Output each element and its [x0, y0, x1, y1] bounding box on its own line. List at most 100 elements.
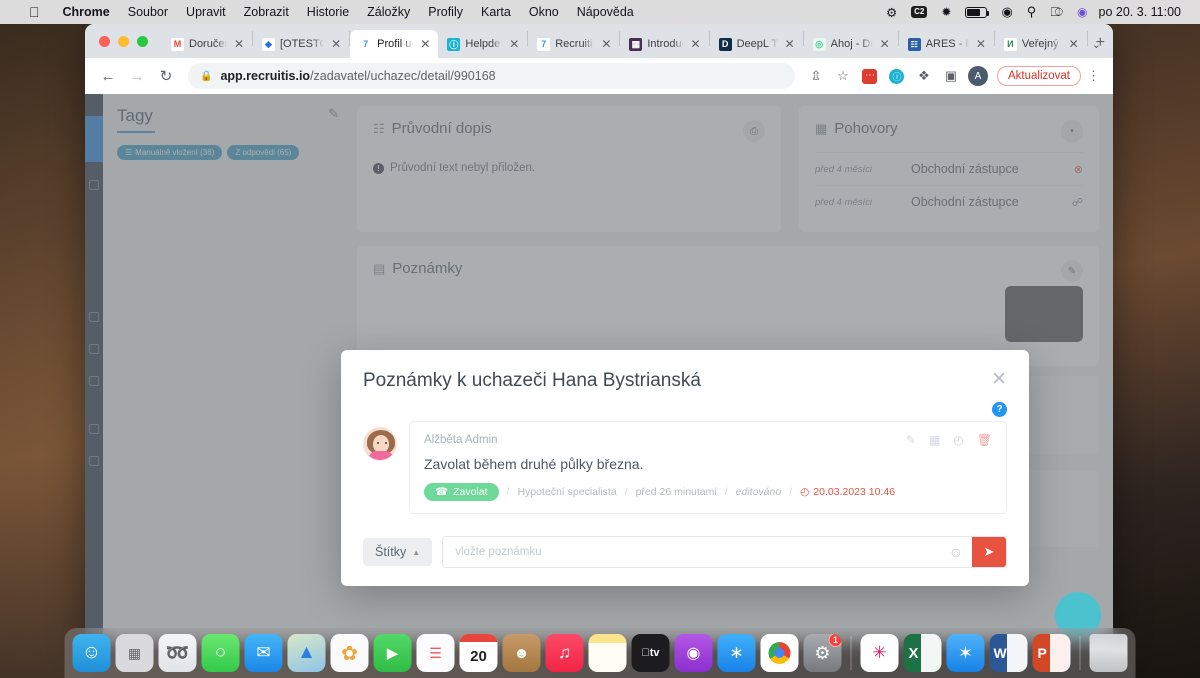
menu-item-napoveda[interactable]: Nápověda: [568, 5, 643, 19]
help-icon[interactable]: ?: [992, 402, 1007, 417]
dock-item-bluetooth[interactable]: ✶: [946, 634, 985, 672]
calendar-note-icon[interactable]: ▦: [929, 433, 940, 447]
control-center-icon[interactable]: ⎄: [1043, 5, 1070, 20]
close-icon[interactable]: ✕: [991, 370, 1007, 389]
minimize-window-button[interactable]: [118, 36, 129, 47]
siri-icon[interactable]: ◉: [1070, 5, 1094, 19]
dock-item-finder[interactable]: ☺: [72, 634, 111, 672]
tab-close-icon[interactable]: ✕: [1067, 38, 1081, 50]
browser-tab-2-active[interactable]: 7 Profil uc ✕: [350, 30, 439, 58]
dock-item-contacts[interactable]: ☻: [502, 634, 541, 672]
dock-item-slack[interactable]: ✳: [860, 634, 899, 672]
dock-item-powerpoint[interactable]: P: [1032, 634, 1071, 672]
dock-item-notes[interactable]: [588, 634, 627, 672]
side-panel-icon[interactable]: ▣: [939, 64, 963, 88]
send-note-button[interactable]: ➤: [972, 537, 1006, 567]
tab-close-icon[interactable]: ✕: [418, 38, 432, 50]
chrome-menu-kebab-icon[interactable]: ⋮: [1084, 68, 1103, 84]
tags-dropdown-button[interactable]: Štítky ▲: [363, 538, 433, 566]
browser-tab-0[interactable]: M Doručen ✕: [162, 30, 252, 58]
dock-item-word[interactable]: W: [989, 634, 1028, 672]
browser-tab-4[interactable]: 7 Recruitis ✕: [528, 30, 619, 58]
browser-tab-9[interactable]: И Veřejný r ✕: [995, 30, 1087, 58]
menu-item-zobrazit[interactable]: Zobrazit: [235, 5, 298, 19]
reload-button[interactable]: ↻: [153, 63, 179, 89]
share-icon[interactable]: ⇫: [804, 64, 828, 88]
extensions-puzzle-icon[interactable]: ❖: [912, 64, 936, 88]
tab-search-chevron-down-icon[interactable]: ⌄: [1092, 38, 1101, 51]
gear-icon[interactable]: ⚙: [879, 5, 904, 20]
tab-close-icon[interactable]: ✕: [783, 38, 797, 50]
browser-tab-7[interactable]: ◎ Ahoj - Do ✕: [804, 30, 898, 58]
dock-separator: [850, 636, 852, 670]
dock-item-chrome[interactable]: [760, 634, 799, 672]
extension-red-icon[interactable]: ⋯: [858, 64, 882, 88]
battery-icon[interactable]: [958, 6, 994, 18]
close-window-button[interactable]: [99, 36, 110, 47]
dock-item-reminders[interactable]: ☰: [416, 634, 455, 672]
tab-close-icon[interactable]: ✕: [232, 38, 246, 50]
clock-icon: ◴: [800, 486, 810, 498]
tab-close-icon[interactable]: ✕: [599, 38, 613, 50]
dock-item-appstore[interactable]: ∗: [717, 634, 756, 672]
dock-item-system-settings[interactable]: ⚙ 1: [803, 634, 842, 672]
menu-item-profily[interactable]: Profily: [419, 5, 472, 19]
dock-item-appletv[interactable]: tv: [631, 634, 670, 672]
back-button[interactable]: ←: [95, 63, 121, 89]
phone-icon: ☎: [435, 486, 449, 498]
dock-item-photos[interactable]: ✿: [330, 634, 369, 672]
call-tag-label: Zavolat: [453, 486, 488, 498]
menu-item-okno[interactable]: Okno: [520, 5, 568, 19]
note-card: Alžběta Admin ✎ ▦ ◴ 🗑 Zavolat během druh…: [409, 421, 1007, 514]
dock-item-music[interactable]: ♫: [545, 634, 584, 672]
browser-tab-6[interactable]: D DeepL Tr ✕: [710, 30, 803, 58]
wifi-icon[interactable]: ◉: [994, 4, 1019, 20]
dock-item-excel[interactable]: X: [903, 634, 942, 672]
delete-note-icon[interactable]: 🗑: [977, 433, 992, 447]
tab-close-icon[interactable]: ✕: [507, 38, 521, 50]
menu-item-historie[interactable]: Historie: [298, 5, 358, 19]
profile-avatar[interactable]: A: [966, 64, 990, 88]
bluetooth-icon[interactable]: ✹: [934, 5, 958, 19]
dock-item-messages[interactable]: ○: [201, 634, 240, 672]
browser-tab-5[interactable]: ▦ Introduc ✕: [620, 30, 708, 58]
maximize-window-button[interactable]: [137, 36, 148, 47]
emoji-icon[interactable]: ☺: [940, 544, 972, 560]
address-bar[interactable]: 🔒 app.recruitis.io/zadavatel/uchazec/det…: [188, 63, 795, 89]
dock-item-trash[interactable]: [1089, 634, 1128, 672]
forward-button[interactable]: →: [124, 63, 150, 89]
search-icon[interactable]: ⚲: [1020, 4, 1044, 20]
browser-tab-1[interactable]: ◆ [OTESTO ✕: [253, 30, 349, 58]
dock-item-mail[interactable]: ✉: [244, 634, 283, 672]
apple-menu-icon[interactable]: : [29, 5, 40, 19]
meta-separator: /: [724, 486, 728, 498]
menu-item-upravit[interactable]: Upravit: [177, 5, 235, 19]
tab-close-icon[interactable]: ✕: [689, 38, 703, 50]
edit-note-icon[interactable]: ✎: [906, 433, 916, 447]
dock-item-maps[interactable]: ▲: [287, 634, 326, 672]
dock-item-podcasts[interactable]: ◉: [674, 634, 713, 672]
diamond-favicon-icon: ◆: [261, 37, 275, 51]
menu-item-karta[interactable]: Karta: [472, 5, 520, 19]
dock-item-safari[interactable]: ➿: [158, 634, 197, 672]
call-tag-chip[interactable]: ☎ Zavolat: [424, 483, 499, 501]
update-chrome-button[interactable]: Aktualizovat: [996, 66, 1081, 86]
note-input[interactable]: [443, 537, 940, 567]
bookmark-star-icon[interactable]: ☆: [831, 64, 855, 88]
dock-item-launchpad[interactable]: ▦: [115, 634, 154, 672]
c2-badge-icon[interactable]: C2: [904, 5, 934, 19]
menu-item-chrome[interactable]: Chrome: [54, 5, 119, 19]
browser-tab-label: ARES - E: [925, 38, 969, 50]
clock-note-icon[interactable]: ◴: [953, 433, 963, 447]
menubar-clock[interactable]: po 20. 3. 11:00: [1095, 5, 1191, 19]
tab-close-icon[interactable]: ✕: [329, 38, 343, 50]
dock-item-facetime[interactable]: ▶: [373, 634, 412, 672]
extension-globe-icon[interactable]: ⓘ: [885, 64, 909, 88]
tab-close-icon[interactable]: ✕: [878, 38, 892, 50]
menu-item-zalozky[interactable]: Záložky: [358, 5, 419, 19]
tab-close-icon[interactable]: ✕: [974, 38, 988, 50]
browser-tab-3[interactable]: ⓘ Helpdes ✕: [438, 30, 527, 58]
dock-item-calendar[interactable]: 20: [459, 634, 498, 672]
browser-tab-8[interactable]: ☷ ARES - E ✕: [899, 30, 994, 58]
menu-item-soubor[interactable]: Soubor: [119, 5, 177, 19]
